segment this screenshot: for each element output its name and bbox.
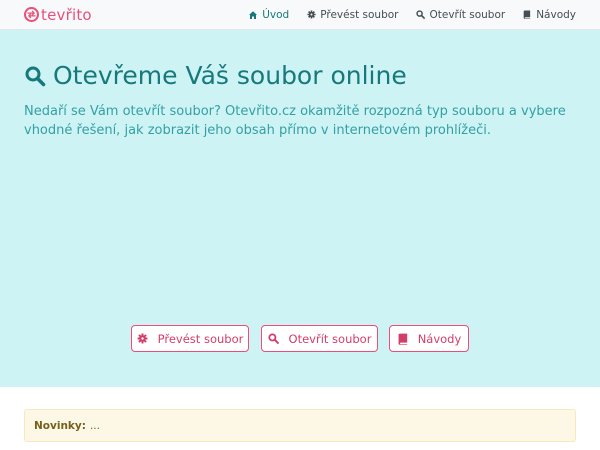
page-title: Otevřeme Váš soubor online — [24, 61, 407, 90]
hero-section: Otevřeme Váš soubor online Nedaří se Vám… — [0, 30, 600, 387]
open-file-button[interactable]: Otevřít soubor — [261, 325, 378, 352]
news-label: Novinky: — [34, 419, 86, 432]
nav-item-home[interactable]: Úvod — [248, 9, 289, 21]
nav-item-open[interactable]: Otevřít soubor — [415, 9, 505, 21]
button-label: Převést soubor — [157, 331, 244, 346]
nav-item-convert[interactable]: Převést soubor — [306, 9, 398, 21]
guides-button[interactable]: Návody — [389, 325, 469, 352]
search-icon — [268, 333, 280, 345]
search-icon — [415, 10, 425, 20]
news-text: ... — [89, 419, 100, 432]
page-title-text: Otevřeme Váš soubor online — [53, 61, 407, 90]
book-icon — [522, 10, 532, 20]
swap-arrows-icon — [24, 7, 39, 22]
book-icon — [397, 333, 409, 345]
button-label: Otevřít soubor — [288, 331, 372, 346]
button-label: Návody — [417, 331, 462, 346]
search-icon — [24, 65, 46, 87]
gear-icon — [306, 10, 316, 20]
convert-file-button[interactable]: Převést soubor — [131, 325, 249, 352]
nav-item-label: Úvod — [262, 8, 290, 21]
news-alert: Novinky: ... — [24, 409, 576, 442]
brand-logo-link[interactable]: tevřito — [24, 6, 92, 24]
main-nav: Úvod Převést soubor Otevřít soubor Návod… — [248, 9, 576, 21]
nav-item-label: Otevřít soubor — [429, 8, 506, 21]
nav-item-guides[interactable]: Návody — [522, 9, 576, 21]
gear-icon — [137, 333, 149, 345]
top-navbar: tevřito Úvod Převést soubor Otevřít soub — [0, 0, 600, 30]
hero-lead-text: Nedaří se Vám otevřít soubor? Otevřito.c… — [24, 104, 566, 138]
nav-item-label: Návody — [536, 8, 576, 21]
nav-item-label: Převést soubor — [320, 8, 399, 21]
home-icon — [248, 10, 258, 20]
brand-name: tevřito — [41, 5, 92, 24]
